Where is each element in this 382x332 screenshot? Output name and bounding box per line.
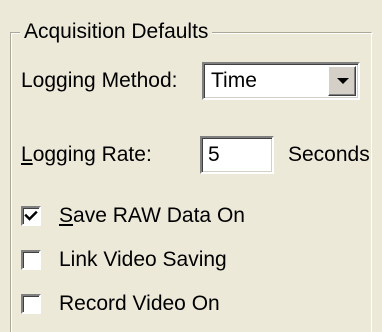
group-title: Acquisition Defaults — [20, 19, 213, 45]
logging-rate-input[interactable]: 5 — [200, 136, 274, 174]
logging-rate-unit: Seconds — [288, 143, 370, 166]
logging-rate-label: Logging Rate: — [21, 142, 152, 168]
record-video-on-label[interactable]: Record Video On — [59, 291, 220, 317]
logging-rate-accelerator: L — [21, 143, 33, 166]
link-video-saving-checkbox[interactable] — [21, 250, 41, 270]
save-raw-data-label-text: ave RAW Data On — [73, 204, 245, 227]
checkmark-icon — [24, 210, 38, 221]
logging-method-combobox[interactable]: Time — [202, 62, 360, 100]
save-raw-data-checkbox[interactable] — [21, 206, 41, 226]
logging-method-value: Time — [211, 69, 257, 92]
dropdown-arrow-icon[interactable] — [328, 66, 356, 96]
record-video-on-checkbox[interactable] — [21, 294, 41, 314]
save-raw-data-label[interactable]: Save RAW Data On — [59, 203, 245, 229]
logging-rate-label-text: ogging Rate: — [32, 143, 152, 166]
link-video-saving-label[interactable]: Link Video Saving — [59, 247, 227, 273]
logging-method-label: Logging Method: — [21, 69, 178, 92]
save-raw-data-accelerator: S — [59, 204, 74, 227]
